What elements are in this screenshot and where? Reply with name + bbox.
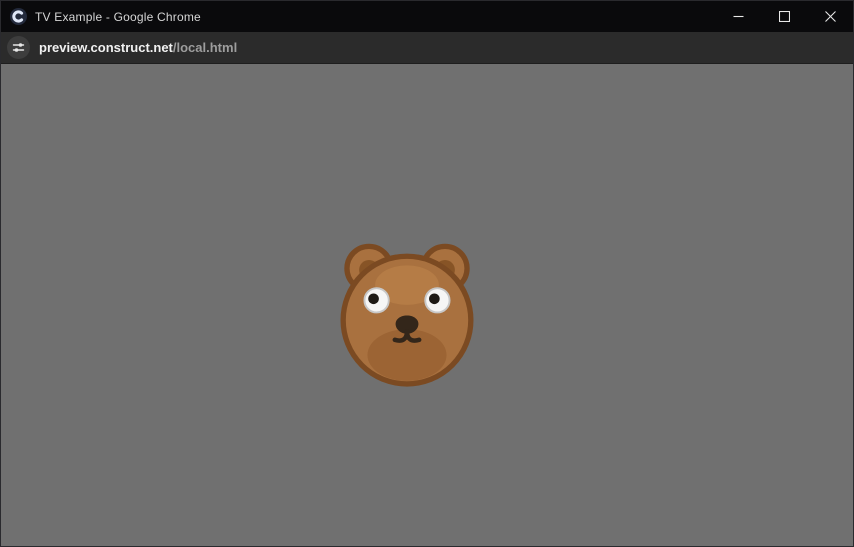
maximize-icon bbox=[779, 11, 790, 22]
minimize-icon bbox=[733, 11, 744, 22]
bear-face-image bbox=[331, 241, 483, 387]
titlebar: TV Example - Google Chrome bbox=[1, 1, 853, 32]
close-icon bbox=[825, 11, 836, 22]
maximize-button[interactable] bbox=[761, 1, 807, 32]
url-text[interactable]: preview.construct.net/local.html bbox=[39, 40, 237, 55]
browser-window: TV Example - Google Chrome bbox=[0, 0, 854, 547]
tune-sliders-icon[interactable] bbox=[7, 36, 30, 59]
address-bar: preview.construct.net/local.html bbox=[1, 32, 853, 64]
construct-logo-icon bbox=[10, 8, 27, 25]
window-controls bbox=[715, 1, 853, 32]
url-host: preview.construct.net bbox=[39, 40, 173, 55]
page-content bbox=[1, 64, 853, 546]
minimize-button[interactable] bbox=[715, 1, 761, 32]
bear-left-pupil bbox=[368, 293, 379, 304]
window-title: TV Example - Google Chrome bbox=[35, 10, 201, 24]
url-path: /local.html bbox=[173, 40, 237, 55]
close-button[interactable] bbox=[807, 1, 853, 32]
bear-right-pupil bbox=[429, 293, 440, 304]
